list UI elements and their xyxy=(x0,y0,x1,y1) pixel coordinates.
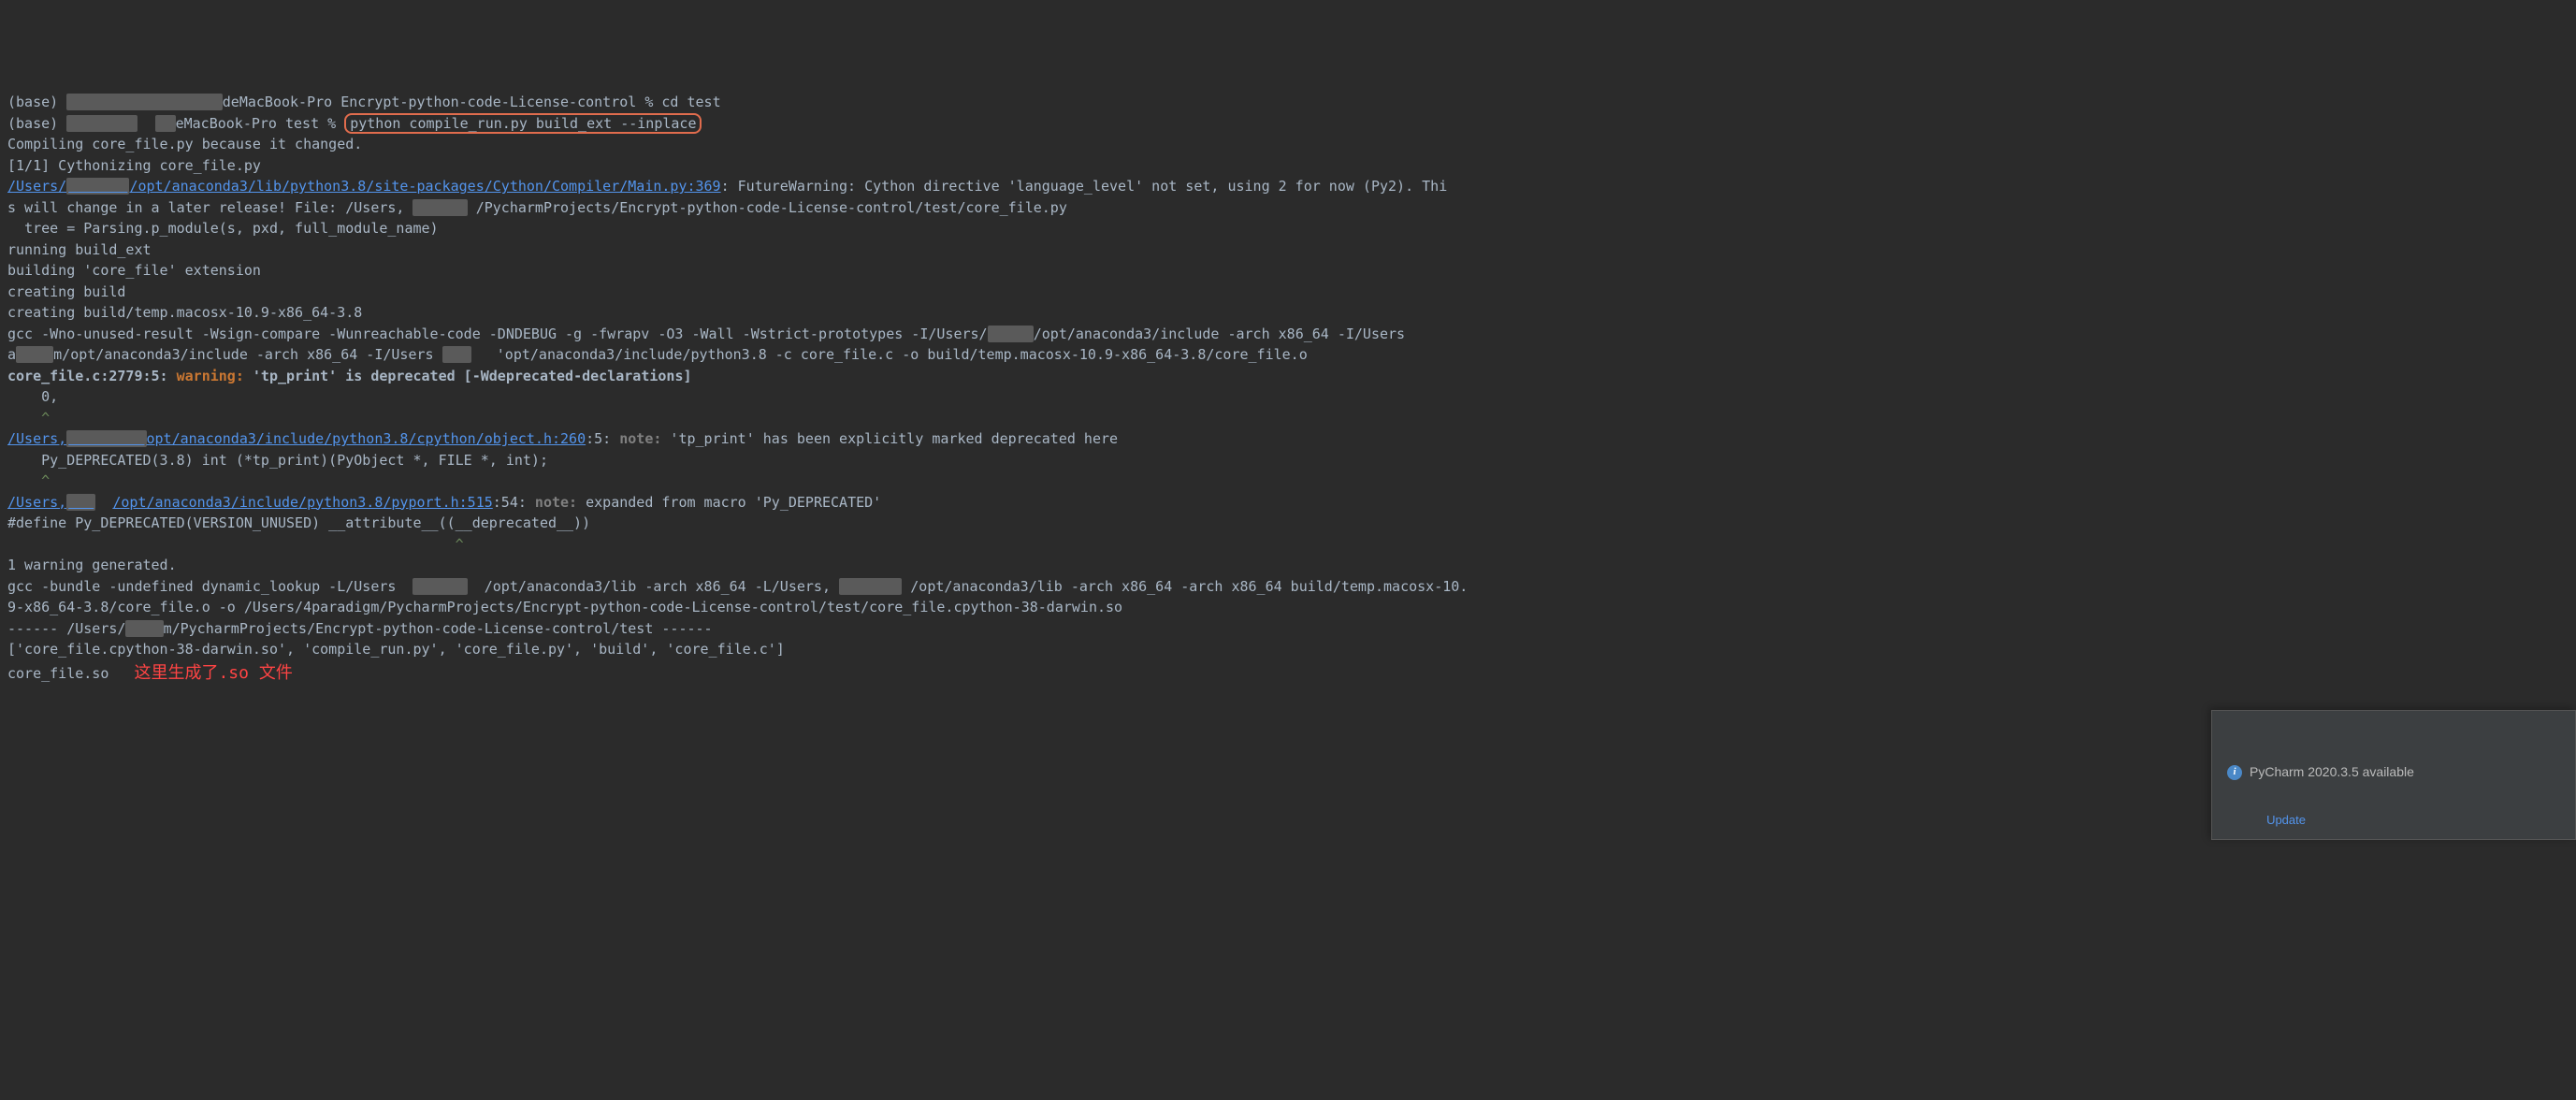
redacted-text: paradigm@4paradigm xyxy=(66,94,223,110)
redacted-text xyxy=(412,578,467,595)
output-line: Py_DEPRECATED(3.8) int (*tp_print)(PyObj… xyxy=(7,452,548,469)
output-line: core_file.c:2779:5: warning: 'tp_print' … xyxy=(7,368,692,384)
update-notification: i PyCharm 2020.3.5 available Update xyxy=(2211,710,2576,840)
redacted-text xyxy=(442,346,471,363)
caret-marker: ^ xyxy=(7,536,464,553)
file-link[interactable]: /opt/anaconda3/include/python3.8/pyport.… xyxy=(112,494,492,511)
redacted-text xyxy=(412,199,467,216)
redacted-text: paradigm xyxy=(66,115,137,132)
output-line: building 'core_file' extension xyxy=(7,262,261,279)
output-line: ['core_file.cpython-38-darwin.so', 'comp… xyxy=(7,641,785,658)
file-link[interactable]: /Users/ xyxy=(7,178,66,195)
terminal-output: (base) paradigm@4paradigmdeMacBook-Pro E… xyxy=(7,92,2569,686)
redacted-text xyxy=(988,326,1034,342)
redacted-text xyxy=(125,620,163,637)
output-line: creating build/temp.macosx-10.9-x86_64-3… xyxy=(7,304,362,321)
redacted-text xyxy=(16,346,53,363)
update-link[interactable]: Update xyxy=(2266,813,2306,827)
redacted-text xyxy=(155,115,176,132)
redacted-text xyxy=(66,430,146,447)
output-line: tree = Parsing.p_module(s, pxd, full_mod… xyxy=(7,220,439,237)
output-line: a m/opt/anaconda3/include -arch x86_64 -… xyxy=(7,346,1308,363)
info-icon: i xyxy=(2227,765,2242,780)
output-line: core_file.so 这里生成了.so 文件 xyxy=(7,665,293,682)
redacted-text xyxy=(839,578,902,595)
prompt-line-2: (base) paradigm eMacBook-Pro test % pyth… xyxy=(7,113,702,134)
output-line: #define Py_DEPRECATED(VERSION_UNUSED) __… xyxy=(7,514,590,531)
output-line: gcc -Wno-unused-result -Wsign-compare -W… xyxy=(7,326,1405,342)
file-link[interactable]: /Users, xyxy=(7,430,66,447)
file-link[interactable]: opt/anaconda3/include/python3.8/cpython/… xyxy=(147,430,586,447)
output-line: 9-x86_64-3.8/core_file.o -o /Users/4para… xyxy=(7,599,1122,615)
prompt-line-1: (base) paradigm@4paradigmdeMacBook-Pro E… xyxy=(7,94,721,110)
file-link[interactable]: /Users, xyxy=(7,494,66,511)
output-line: 0, xyxy=(7,388,58,405)
notification-title: PyCharm 2020.3.5 available xyxy=(2250,762,2414,782)
output-line: s will change in a later release! File: … xyxy=(7,199,1067,216)
output-line: [1/1] Cythonizing core_file.py xyxy=(7,157,261,174)
output-line: creating build xyxy=(7,283,125,300)
file-link[interactable]: /opt/anaconda3/lib/python3.8/site-packag… xyxy=(129,178,720,195)
output-line: ------ /Users/ m/PycharmProjects/Encrypt… xyxy=(7,620,713,637)
highlighted-command: python compile_run.py build_ext --inplac… xyxy=(344,113,702,134)
redacted-text xyxy=(66,178,129,195)
caret-marker: ^ xyxy=(7,472,50,489)
output-line: 1 warning generated. xyxy=(7,557,177,573)
output-line: gcc -bundle -undefined dynamic_lookup -L… xyxy=(7,578,1468,595)
output-line: running build_ext xyxy=(7,241,152,258)
notification-header: i PyCharm 2020.3.5 available xyxy=(2227,762,2560,782)
output-line: /Users, /opt/anaconda3/include/python3.8… xyxy=(7,494,881,511)
caret-marker: ^ xyxy=(7,410,50,427)
output-line: /Users/ /opt/anaconda3/lib/python3.8/sit… xyxy=(7,178,1447,195)
redacted-text xyxy=(66,494,95,511)
output-line: /Users, opt/anaconda3/include/python3.8/… xyxy=(7,430,1118,447)
output-line: Compiling core_file.py because it change… xyxy=(7,136,362,152)
user-annotation: 这里生成了.so 文件 xyxy=(134,663,292,683)
